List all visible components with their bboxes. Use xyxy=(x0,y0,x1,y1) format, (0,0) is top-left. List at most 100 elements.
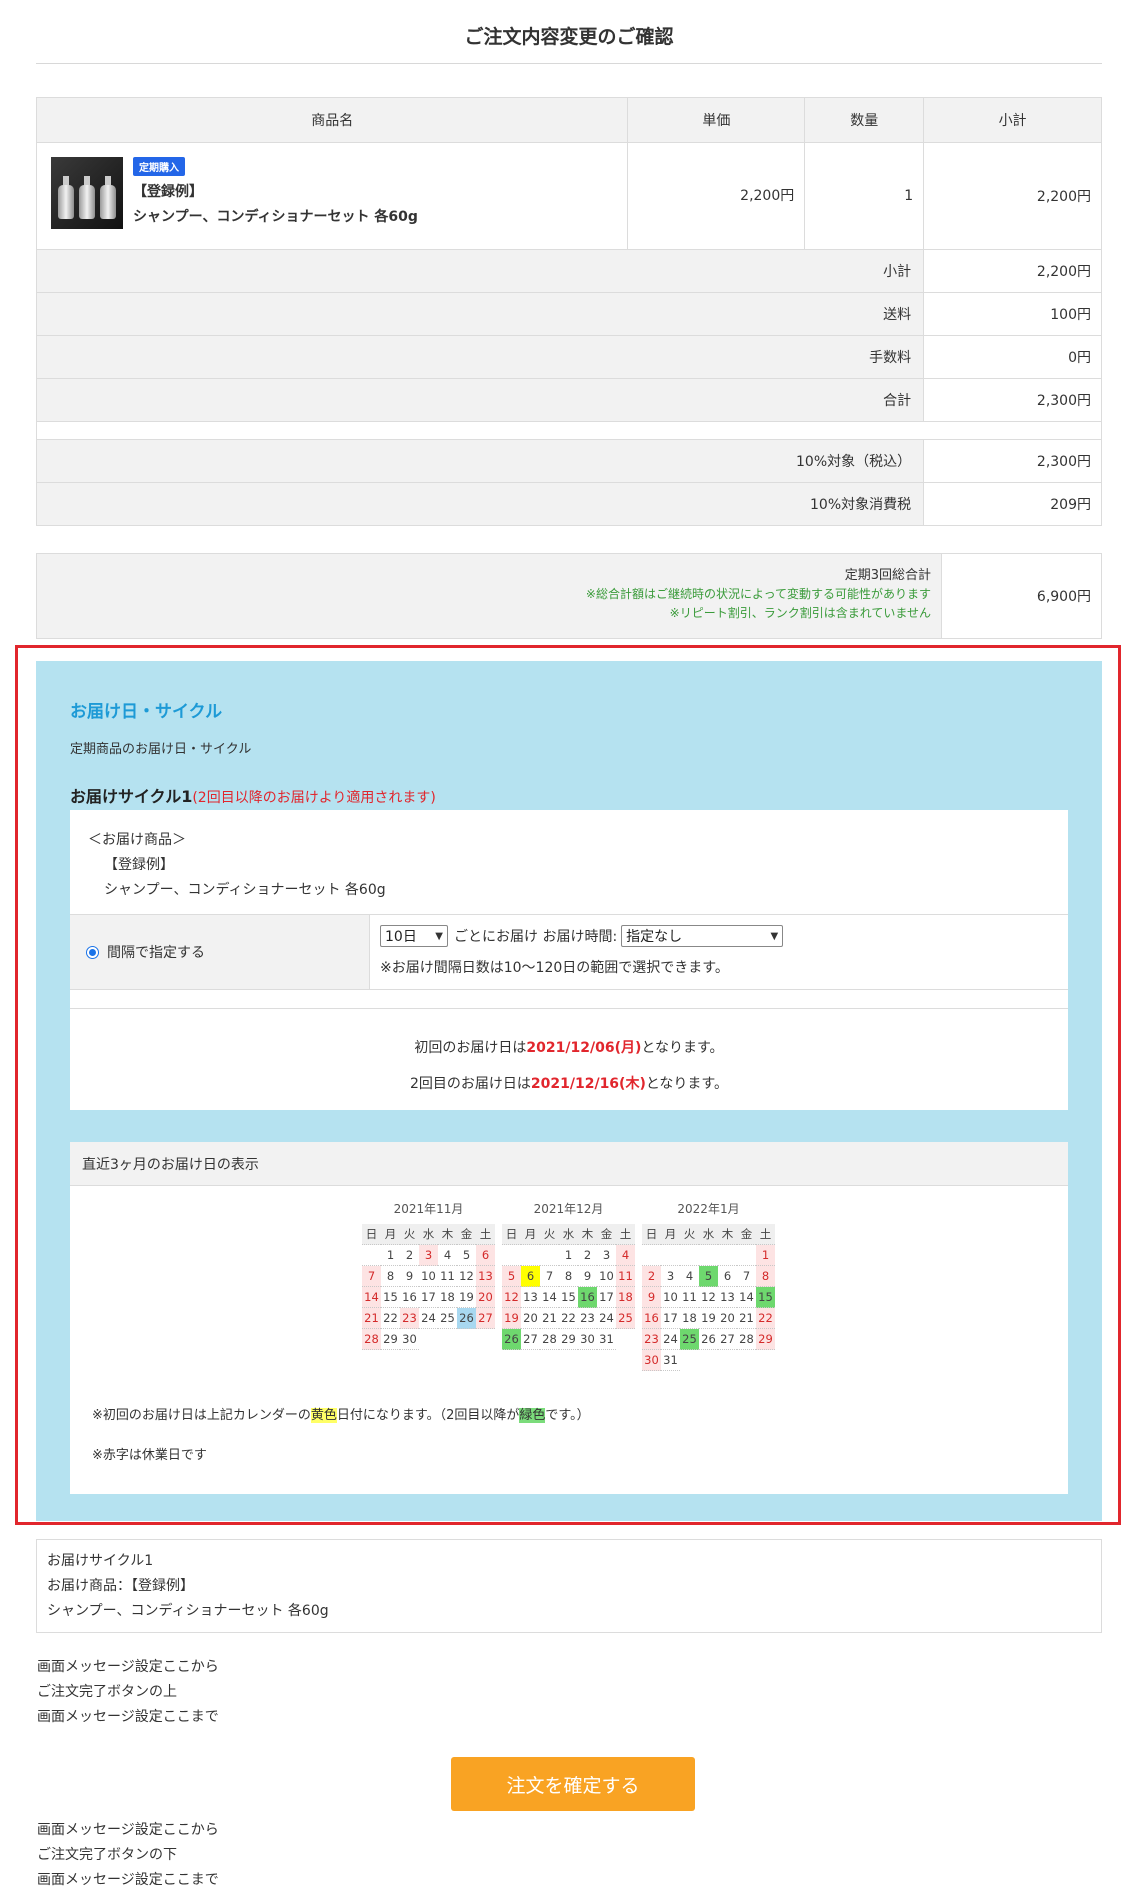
interval-option[interactable]: 間隔で指定する xyxy=(70,915,370,989)
calendar-day: 8 xyxy=(756,1266,775,1287)
calendar-day: 30 xyxy=(642,1350,661,1371)
weekday-label: 日 xyxy=(642,1224,661,1245)
calendar-day: 17 xyxy=(661,1308,680,1329)
calendar-day: 28 xyxy=(362,1329,381,1350)
calendar-day: 17 xyxy=(597,1287,616,1308)
calendar-empty-cell xyxy=(521,1245,540,1266)
calendar-day: 31 xyxy=(597,1329,616,1350)
item-unit-price: 2,200円 xyxy=(627,142,806,250)
calendar-day: 20 xyxy=(718,1308,737,1329)
calendar-empty-cell xyxy=(642,1245,661,1266)
calendar-day: 2 xyxy=(578,1245,597,1266)
calendar-day: 19 xyxy=(457,1287,476,1308)
weekday-label: 月 xyxy=(661,1224,680,1245)
calendar-day: 27 xyxy=(476,1308,495,1329)
delivery-subtitle: 定期商品のお届け日・サイクル xyxy=(70,742,252,757)
calendar-day: 9 xyxy=(642,1287,661,1308)
calendar-day: 27 xyxy=(718,1329,737,1350)
delivery-title: お届け日・サイクル xyxy=(70,702,223,722)
calendar-day: 29 xyxy=(756,1329,775,1350)
first-delivery-date-line: 初回のお届け日は2021/12/06(月)となります。 xyxy=(414,1040,724,1056)
calendar-day: 3 xyxy=(661,1266,680,1287)
calendar-day: 8 xyxy=(381,1266,400,1287)
calendar-month-title: 2021年11月 xyxy=(393,1202,464,1216)
cycle-summary-box: お届けサイクル1 お届け商品：【登録例】 シャンプー、コンディショナーセット 各… xyxy=(36,1539,1102,1633)
calendar-day: 7 xyxy=(362,1266,381,1287)
title-divider xyxy=(36,63,1102,64)
calendar-day: 12 xyxy=(457,1266,476,1287)
calendar-day: 22 xyxy=(381,1308,400,1329)
weekday-label: 土 xyxy=(476,1224,495,1245)
second-delivery-date: 2021/12/16(木) xyxy=(530,1076,646,1092)
weekday-label: 金 xyxy=(737,1224,756,1245)
calendar-day: 2 xyxy=(642,1266,661,1287)
calendar-day: 15 xyxy=(756,1287,775,1308)
interval-select[interactable]: 10日 ▼ xyxy=(380,925,448,947)
calendar-empty-cell xyxy=(540,1245,559,1266)
weekday-label: 木 xyxy=(578,1224,597,1245)
calendar-day: 18 xyxy=(616,1287,635,1308)
calendar-day: 31 xyxy=(661,1350,680,1371)
calendar-empty-cell xyxy=(502,1245,521,1266)
delivery-dates: 初回のお届け日は2021/12/06(月)となります。 2回目のお届け日は202… xyxy=(70,1030,1068,1102)
tax-row-consumption: 10%対象消費税 209円 xyxy=(35,482,1102,526)
calendar-day: 6 xyxy=(718,1266,737,1287)
weekday-label: 水 xyxy=(699,1224,718,1245)
subscription-total-label: 定期3回総合計 xyxy=(844,568,931,583)
calendar-day: 22 xyxy=(559,1308,578,1329)
calendar-day: 30 xyxy=(578,1329,597,1350)
calendar-day: 5 xyxy=(699,1266,718,1287)
table-row: 定期購入 【登録例】 シャンプー、コンディショナーセット 各60g 2,200円… xyxy=(35,142,1102,250)
calendar-empty-cell xyxy=(737,1245,756,1266)
weekday-label: 木 xyxy=(438,1224,457,1245)
header-quantity: 数量 xyxy=(804,97,925,143)
calendar-day: 26 xyxy=(502,1329,521,1350)
calendar-day: 1 xyxy=(559,1245,578,1266)
weekday-label: 日 xyxy=(362,1224,381,1245)
calendar-day: 19 xyxy=(502,1308,521,1329)
interval-row: 間隔で指定する 10日 ▼ ごとにお届け お届け時間: 指定なし ▼ ※お届け間隔日… xyxy=(70,914,1068,990)
summary-row-shipping: 送料 100円 xyxy=(35,292,1102,336)
calendar-day: 22 xyxy=(756,1308,775,1329)
chevron-down-icon: ▼ xyxy=(435,930,443,942)
summary-row-fee: 手数料 0円 xyxy=(35,335,1102,379)
calendar-day: 9 xyxy=(578,1266,597,1287)
calendar-day: 24 xyxy=(597,1308,616,1329)
calendar-empty-cell xyxy=(362,1245,381,1266)
calendars: 2021年11月日月火水木金土 1 2 3 4 5 6 7 8 9 10 11 12 13 14 15 16 17… xyxy=(362,1200,775,1371)
calendar-day: 6 xyxy=(476,1245,495,1266)
interval-text: ごとにお届け お届け時間: xyxy=(454,929,618,945)
weekday-label: 日 xyxy=(502,1224,521,1245)
weekday-label: 火 xyxy=(680,1224,699,1245)
item-name-line2: シャンプー、コンディショナーセット 各60g xyxy=(133,209,418,225)
product-thumbnail xyxy=(51,157,123,229)
weekday-label: 金 xyxy=(597,1224,616,1245)
subscription-total-box: 定期3回総合計 ※総合計額はご継続時の状況によって変動する可能性があります ※リ… xyxy=(36,553,1102,639)
calendar-day: 29 xyxy=(559,1329,578,1350)
delivery-time-select[interactable]: 指定なし ▼ xyxy=(621,925,784,947)
cycle-title: お届けサイクル1(2回目以降のお届けより適用されます) xyxy=(70,783,436,807)
calendar-day: 14 xyxy=(362,1287,381,1308)
calendar-day: 16 xyxy=(578,1287,597,1308)
calendar-day: 25 xyxy=(680,1329,699,1350)
confirm-order-button[interactable]: 注文を確定する xyxy=(451,1757,695,1811)
calendar-day: 20 xyxy=(476,1287,495,1308)
first-delivery-date: 2021/12/06(月) xyxy=(526,1040,642,1056)
calendar-day: 30 xyxy=(400,1329,419,1350)
calendar-day: 5 xyxy=(502,1266,521,1287)
interval-radio[interactable] xyxy=(86,945,99,959)
calendar-day: 21 xyxy=(737,1308,756,1329)
holiday-note: ※赤字は休業日です xyxy=(92,1448,207,1463)
calendar-day: 2 xyxy=(400,1245,419,1266)
calendar-box: 直近3ヶ月のお届け日の表示 2021年11月日月火水木金土 1 2 3 4 5 6 7 8 9 10… xyxy=(70,1142,1068,1494)
item-name-line1: 【登録例】 xyxy=(133,184,203,200)
item-subtotal: 2,200円 xyxy=(923,142,1102,250)
weekday-label: 水 xyxy=(559,1224,578,1245)
calendar-day: 5 xyxy=(457,1245,476,1266)
weekday-label: 月 xyxy=(521,1224,540,1245)
weekday-label: 木 xyxy=(718,1224,737,1245)
calendar-month-title: 2021年12月 xyxy=(533,1202,604,1216)
calendar-day: 1 xyxy=(381,1245,400,1266)
chevron-down-icon: ▼ xyxy=(770,930,779,942)
subscription-total-note2: ※リピート割引、ランク割引は含まれていません xyxy=(669,606,931,620)
